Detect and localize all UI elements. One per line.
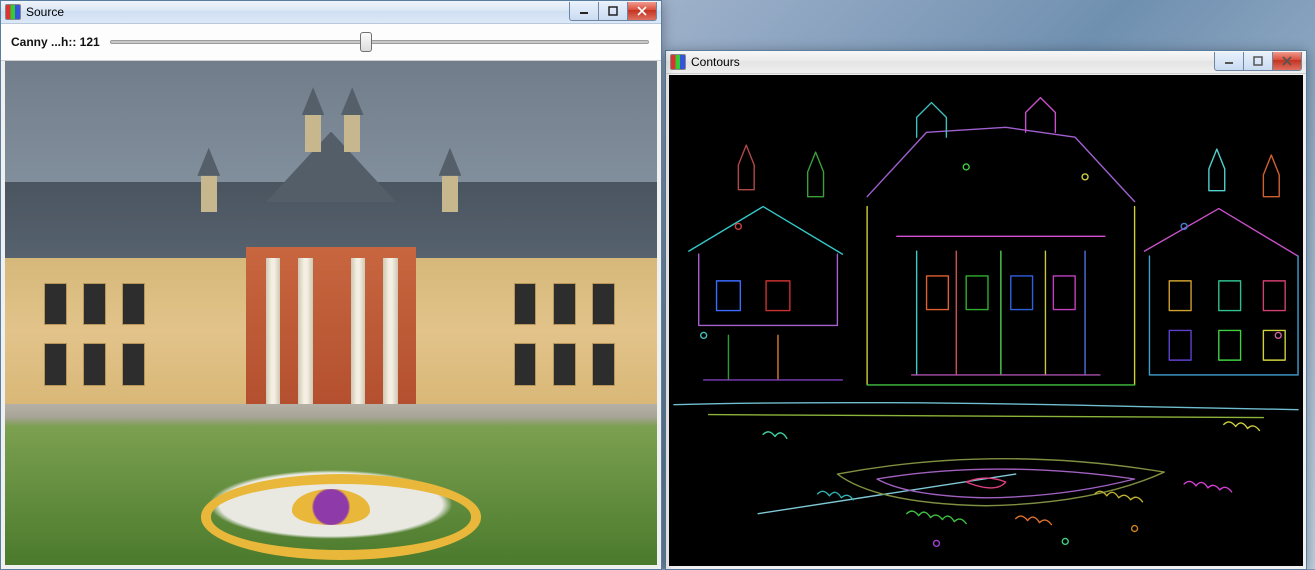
contours-image [669,75,1303,566]
source-image-viewport [5,61,657,565]
maximize-button[interactable] [1243,52,1273,71]
close-button[interactable] [1272,52,1302,71]
maximize-button[interactable] [598,2,628,21]
opencv-icon [670,54,686,70]
canny-threshold-label: Canny ...h:: 121 [11,35,100,49]
source-window: Source Canny ...h:: 121 [0,0,662,570]
canny-slider-wrap [108,30,651,54]
opencv-icon [5,4,21,20]
close-button[interactable] [627,2,657,21]
minimize-button[interactable] [569,2,599,21]
canny-label-prefix: Canny ...h:: [11,35,80,49]
canny-threshold-slider[interactable] [110,32,649,52]
source-titlebar[interactable]: Source [1,1,661,24]
source-image [5,61,657,565]
contours-title: Contours [691,55,740,69]
window-buttons [570,2,657,22]
window-buttons [1215,52,1302,72]
contours-image-viewport [669,75,1303,566]
canny-threshold-value: 121 [80,35,100,49]
canny-toolbar: Canny ...h:: 121 [1,24,661,61]
source-title: Source [26,5,64,19]
contours-window: Contours [665,50,1307,570]
contours-titlebar[interactable]: Contours [666,51,1306,74]
minimize-button[interactable] [1214,52,1244,71]
